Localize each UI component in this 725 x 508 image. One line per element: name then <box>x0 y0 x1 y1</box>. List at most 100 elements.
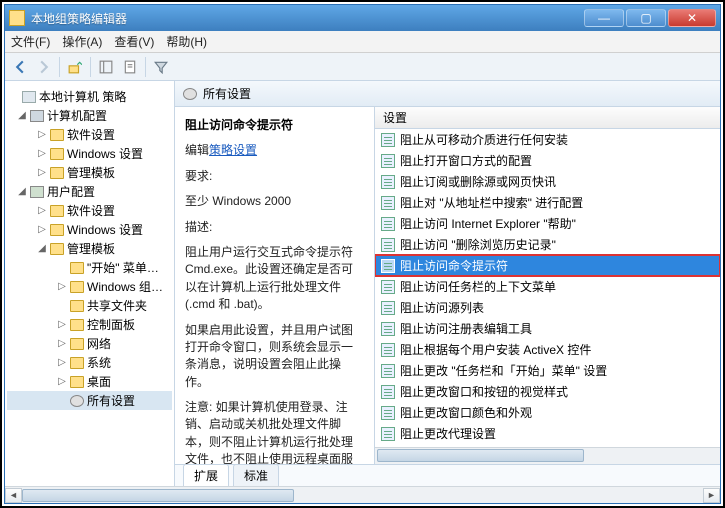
tree-user-config[interactable]: ◢用户配置 <box>7 182 172 201</box>
requirements-value: 至少 Windows 2000 <box>185 193 364 210</box>
description-text-3: 注意: 如果计算机使用登录、注销、启动或关机批处理文件脚本，则不阻止计算机运行批… <box>185 399 364 464</box>
window-title: 本地组策略编辑器 <box>31 10 582 27</box>
tree-cc-admin[interactable]: ▷管理模板 <box>7 163 172 182</box>
list-item[interactable]: 阻止打开窗口方式的配置 <box>375 150 720 171</box>
menu-view[interactable]: 查看(V) <box>114 33 154 50</box>
policy-icon <box>381 343 395 357</box>
properties-button[interactable] <box>119 56 141 78</box>
filter-button[interactable] <box>150 56 172 78</box>
list-horizontal-scrollbar[interactable] <box>375 447 720 464</box>
list-item[interactable]: 阻止访问命令提示符 <box>375 255 720 276</box>
policy-icon <box>381 238 395 252</box>
list-item-label: 阻止访问 Internet Explorer "帮助" <box>400 215 576 232</box>
view-tabs: 扩展 标准 <box>175 464 720 486</box>
window: 本地组策略编辑器 — ▢ ✕ 文件(F) 操作(A) 查看(V) 帮助(H) 本… <box>4 4 721 504</box>
column-header-setting[interactable]: 设置 <box>375 107 720 129</box>
right-header-title: 所有设置 <box>203 85 251 102</box>
window-horizontal-scrollbar[interactable]: ◄ ► <box>5 486 720 503</box>
menu-help[interactable]: 帮助(H) <box>166 33 207 50</box>
list-item[interactable]: 阻止更改窗口和按钮的视觉样式 <box>375 381 720 402</box>
list-item[interactable]: 阻止访问 "删除浏览历史记录" <box>375 234 720 255</box>
tree-shared-folders[interactable]: 共享文件夹 <box>7 296 172 315</box>
tree-all-settings[interactable]: 所有设置 <box>7 391 172 410</box>
menu-bar: 文件(F) 操作(A) 查看(V) 帮助(H) <box>5 31 720 53</box>
menu-action[interactable]: 操作(A) <box>62 33 102 50</box>
list-item-label: 阻止访问任务栏的上下文菜单 <box>400 278 556 295</box>
list-item-label: 阻止访问源列表 <box>400 299 484 316</box>
tree-network[interactable]: ▷网络 <box>7 334 172 353</box>
policy-icon <box>381 196 395 210</box>
scroll-left-button[interactable]: ◄ <box>5 488 22 503</box>
list-item-label: 阻止访问命令提示符 <box>400 257 508 274</box>
policy-icon <box>381 217 395 231</box>
list-item[interactable]: 阻止从可移动介质进行任何安装 <box>375 129 720 150</box>
tree-uc-windows[interactable]: ▷Windows 设置 <box>7 220 172 239</box>
list-item[interactable]: 阻止更改代理设置 <box>375 423 720 444</box>
tree-root[interactable]: 本地计算机 策略 <box>7 87 172 106</box>
list-item[interactable]: 阻止更改窗口颜色和外观 <box>375 402 720 423</box>
list-item[interactable]: 阻止订阅或删除源或网页快讯 <box>375 171 720 192</box>
policy-title: 阻止访问命令提示符 <box>185 117 364 134</box>
close-button[interactable]: ✕ <box>668 9 716 27</box>
right-header: 所有设置 <box>175 81 720 107</box>
up-button[interactable] <box>64 56 86 78</box>
minimize-button[interactable]: — <box>584 9 624 27</box>
tree-cc-windows[interactable]: ▷Windows 设置 <box>7 144 172 163</box>
tree-system[interactable]: ▷系统 <box>7 353 172 372</box>
description-text-1: 阻止用户运行交互式命令提示符 Cmd.exe。此设置还确定是否可以在计算机上运行… <box>185 244 364 314</box>
tree-pane[interactable]: 本地计算机 策略 ◢计算机配置 ▷软件设置 ▷Windows 设置 ▷管理模板 … <box>5 81 175 486</box>
description-text-2: 如果启用此设置，并且用户试图打开命令窗口，则系统会显示一条消息，说明设置会阻止此… <box>185 322 364 392</box>
description-label: 描述: <box>185 219 364 236</box>
scroll-right-button[interactable]: ► <box>703 488 720 503</box>
requirements-label: 要求: <box>185 168 364 185</box>
forward-button[interactable] <box>33 56 55 78</box>
list-item-label: 阻止从可移动介质进行任何安装 <box>400 131 568 148</box>
tree-uc-software[interactable]: ▷软件设置 <box>7 201 172 220</box>
list-item-label: 阻止更改代理设置 <box>400 425 496 442</box>
settings-list[interactable]: 阻止从可移动介质进行任何安装阻止打开窗口方式的配置阻止订阅或删除源或网页快讯阻止… <box>375 129 720 447</box>
policy-icon <box>381 427 395 441</box>
list-item-label: 阻止访问注册表编辑工具 <box>400 320 532 337</box>
toolbar <box>5 53 720 81</box>
titlebar: 本地组策略编辑器 — ▢ ✕ <box>5 5 720 31</box>
list-item[interactable]: 阻止根据每个用户安装 ActiveX 控件 <box>375 339 720 360</box>
tree-desktop[interactable]: ▷桌面 <box>7 372 172 391</box>
tree-control-panel[interactable]: ▷控制面板 <box>7 315 172 334</box>
policy-icon <box>381 280 395 294</box>
back-button[interactable] <box>9 56 31 78</box>
policy-icon <box>381 406 395 420</box>
list-item-label: 阻止打开窗口方式的配置 <box>400 152 532 169</box>
maximize-button[interactable]: ▢ <box>626 9 666 27</box>
list-item[interactable]: 阻止访问源列表 <box>375 297 720 318</box>
list-item-label: 阻止更改 "任务栏和「开始」菜单" 设置 <box>400 362 607 379</box>
edit-policy-link[interactable]: 策略设置 <box>209 143 257 157</box>
list-item-label: 阻止更改窗口和按钮的视觉样式 <box>400 383 568 400</box>
menu-file[interactable]: 文件(F) <box>11 33 50 50</box>
policy-icon <box>381 385 395 399</box>
policy-icon <box>381 259 395 273</box>
tab-extended[interactable]: 扩展 <box>183 464 229 486</box>
tree-start-menu[interactable]: "开始" 菜单… <box>7 258 172 277</box>
tree-uc-admin[interactable]: ◢管理模板 <box>7 239 172 258</box>
policy-icon <box>381 322 395 336</box>
show-hide-tree-button[interactable] <box>95 56 117 78</box>
list-item[interactable]: 阻止访问注册表编辑工具 <box>375 318 720 339</box>
list-item[interactable]: 阻止更改 "任务栏和「开始」菜单" 设置 <box>375 360 720 381</box>
policy-icon <box>381 301 395 315</box>
description-pane: 阻止访问命令提示符 编辑策略设置 要求: 至少 Windows 2000 描述:… <box>175 107 375 464</box>
policy-icon <box>381 175 395 189</box>
gear-icon <box>183 88 197 100</box>
list-item[interactable]: 阻止对 "从地址栏中搜索" 进行配置 <box>375 192 720 213</box>
list-item[interactable]: 阻止访问任务栏的上下文菜单 <box>375 276 720 297</box>
tree-cc-software[interactable]: ▷软件设置 <box>7 125 172 144</box>
tree-computer-config[interactable]: ◢计算机配置 <box>7 106 172 125</box>
list-item-label: 阻止更改窗口颜色和外观 <box>400 404 532 421</box>
list-item-label: 阻止对 "从地址栏中搜索" 进行配置 <box>400 194 583 211</box>
tree-win-components[interactable]: ▷Windows 组… <box>7 277 172 296</box>
policy-icon <box>381 154 395 168</box>
policy-icon <box>381 133 395 147</box>
app-icon <box>9 10 25 26</box>
policy-icon <box>381 364 395 378</box>
tab-standard[interactable]: 标准 <box>233 464 279 486</box>
list-item[interactable]: 阻止访问 Internet Explorer "帮助" <box>375 213 720 234</box>
